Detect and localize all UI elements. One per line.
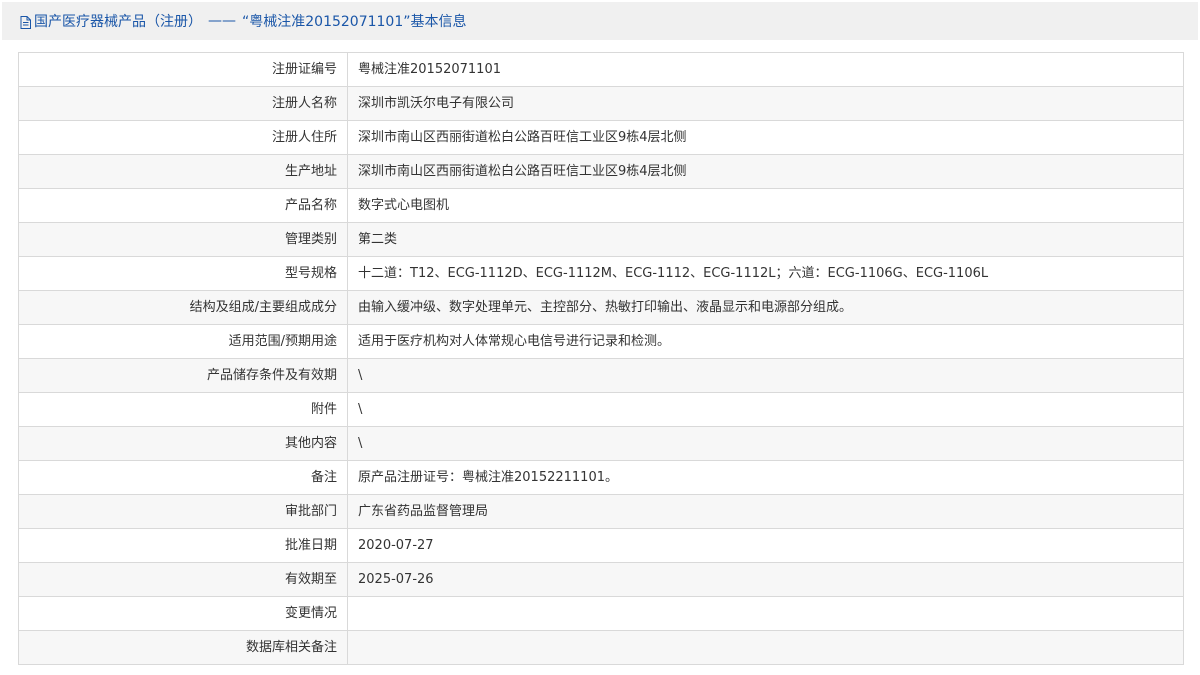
row-label: 产品名称	[18, 188, 348, 223]
row-label: 适用范围/预期用途	[18, 324, 348, 359]
row-label: 注册人住所	[18, 120, 348, 155]
row-value: \	[347, 358, 1184, 393]
row-value: \	[347, 426, 1184, 461]
table-row: 型号规格 十二道：T12、ECG-1112D、ECG-1112M、ECG-1112…	[18, 256, 1184, 291]
table-row: 变更情况	[18, 596, 1184, 631]
table-row: 生产地址 深圳市南山区西丽街道松白公路百旺信工业区9栋4层北侧	[18, 154, 1184, 189]
table-row: 审批部门 广东省药品监督管理局	[18, 494, 1184, 529]
row-label: 型号规格	[18, 256, 348, 291]
row-value	[347, 630, 1184, 665]
row-label: 批准日期	[18, 528, 348, 563]
row-label: 审批部门	[18, 494, 348, 529]
table-row: 适用范围/预期用途 适用于医疗机构对人体常规心电信号进行记录和检测。	[18, 324, 1184, 359]
document-icon	[20, 15, 31, 29]
row-label: 注册证编号	[18, 52, 348, 87]
page-header: 国产医疗器械产品（注册） —— “粤械注准20152071101”基本信息	[2, 2, 1198, 40]
row-value: 深圳市南山区西丽街道松白公路百旺信工业区9栋4层北侧	[347, 154, 1184, 189]
table-row: 产品名称 数字式心电图机	[18, 188, 1184, 223]
header-title-prefix: 国产医疗器械产品（注册）	[34, 14, 202, 30]
info-table: 注册证编号 粤械注准20152071101 注册人名称 深圳市凯沃尔电子有限公司 注…	[18, 52, 1184, 665]
page-frame: 国产医疗器械产品（注册） —— “粤械注准20152071101”基本信息 注册…	[2, 2, 1198, 675]
row-label: 备注	[18, 460, 348, 495]
table-row: 批准日期 2020-07-27	[18, 528, 1184, 563]
row-value: 深圳市南山区西丽街道松白公路百旺信工业区9栋4层北侧	[347, 120, 1184, 155]
row-label: 数据库相关备注	[18, 630, 348, 665]
row-value: 原产品注册证号：粤械注准20152211101。	[347, 460, 1184, 495]
header-dash: ——	[208, 13, 236, 29]
table-row: 结构及组成/主要组成成分 由输入缓冲级、数字处理单元、主控部分、热敏打印输出、液晶…	[18, 290, 1184, 325]
table-row: 注册人名称 深圳市凯沃尔电子有限公司	[18, 86, 1184, 121]
table-row: 注册人住所 深圳市南山区西丽街道松白公路百旺信工业区9栋4层北侧	[18, 120, 1184, 155]
row-label: 附件	[18, 392, 348, 427]
row-label: 其他内容	[18, 426, 348, 461]
row-value	[347, 596, 1184, 631]
row-label: 有效期至	[18, 562, 348, 597]
row-label: 生产地址	[18, 154, 348, 189]
table-row: 数据库相关备注	[18, 630, 1184, 665]
row-value: 数字式心电图机	[347, 188, 1184, 223]
table-row: 管理类别 第二类	[18, 222, 1184, 257]
row-value: 粤械注准20152071101	[347, 52, 1184, 87]
table-row: 其他内容 \	[18, 426, 1184, 461]
table-row: 产品储存条件及有效期 \	[18, 358, 1184, 393]
header-title-suffix: “粤械注准20152071101”基本信息	[242, 14, 467, 30]
row-label: 变更情况	[18, 596, 348, 631]
row-label: 产品储存条件及有效期	[18, 358, 348, 393]
table-row: 附件 \	[18, 392, 1184, 427]
row-value: 第二类	[347, 222, 1184, 257]
row-value: 由输入缓冲级、数字处理单元、主控部分、热敏打印输出、液晶显示和电源部分组成。	[347, 290, 1184, 325]
row-label: 注册人名称	[18, 86, 348, 121]
row-value: 广东省药品监督管理局	[347, 494, 1184, 529]
row-value: \	[347, 392, 1184, 427]
row-value: 2025-07-26	[347, 562, 1184, 597]
row-value: 2020-07-27	[347, 528, 1184, 563]
row-value: 适用于医疗机构对人体常规心电信号进行记录和检测。	[347, 324, 1184, 359]
row-label: 管理类别	[18, 222, 348, 257]
table-row: 有效期至 2025-07-26	[18, 562, 1184, 597]
table-row: 注册证编号 粤械注准20152071101	[18, 52, 1184, 87]
row-label: 结构及组成/主要组成成分	[18, 290, 348, 325]
row-value: 十二道：T12、ECG-1112D、ECG-1112M、ECG-1112、ECG…	[347, 256, 1184, 291]
table-row: 备注 原产品注册证号：粤械注准20152211101。	[18, 460, 1184, 495]
row-value: 深圳市凯沃尔电子有限公司	[347, 86, 1184, 121]
